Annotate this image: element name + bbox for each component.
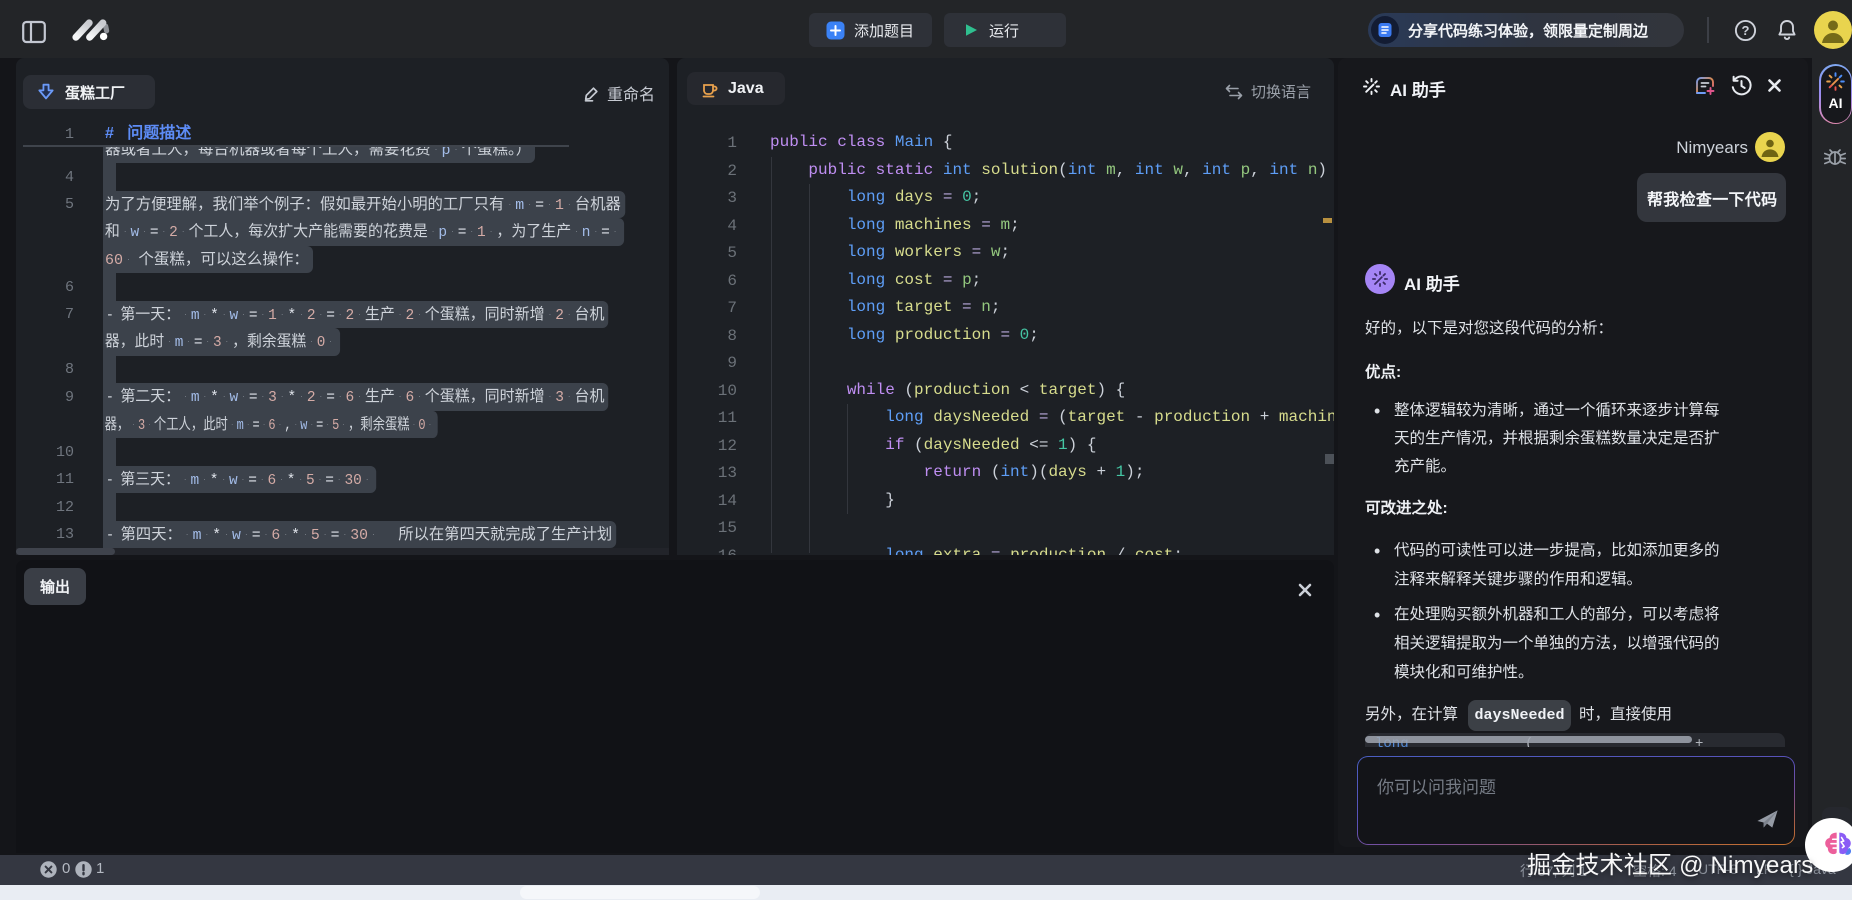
svg-text:?: ?	[1742, 23, 1750, 38]
